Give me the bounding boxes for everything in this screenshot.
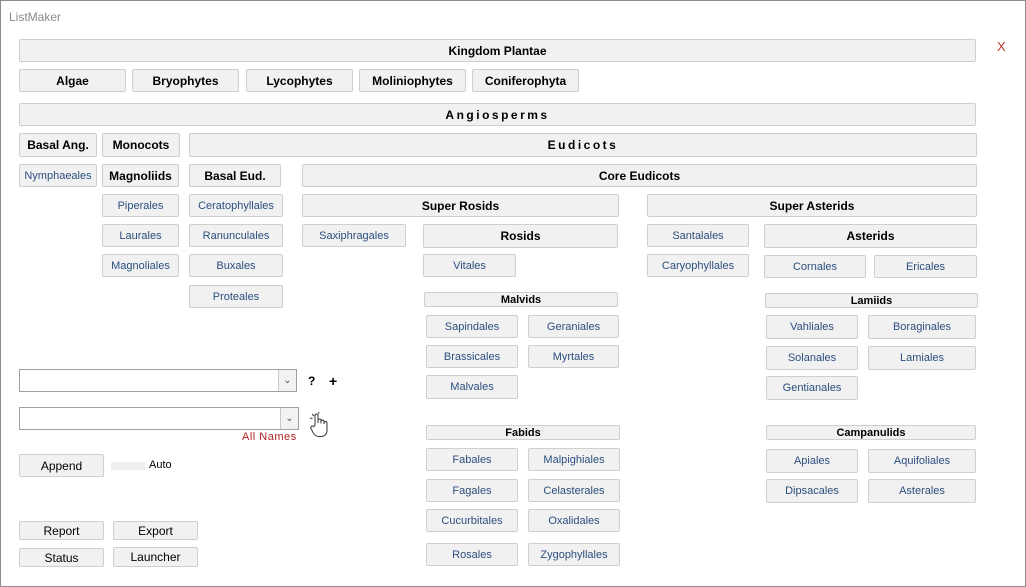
fabids-button[interactable]: Fabids [426, 425, 620, 440]
cornales-button[interactable]: Cornales [764, 255, 866, 278]
oxalidales-button[interactable]: Oxalidales [528, 509, 620, 532]
angiosperms-button[interactable]: Angiosperms [19, 103, 976, 126]
help-button[interactable]: ? [308, 374, 315, 388]
auto-checkbox[interactable] [111, 462, 145, 470]
zygophyllales-button[interactable]: Zygophyllales [528, 543, 620, 566]
cucurbitales-button[interactable]: Cucurbitales [426, 509, 518, 532]
malvids-button[interactable]: Malvids [424, 292, 618, 307]
status-button[interactable]: Status [19, 548, 104, 567]
asterids-button[interactable]: Asterids [764, 224, 977, 248]
campanulids-button[interactable]: Campanulids [766, 425, 976, 440]
proteales-button[interactable]: Proteales [189, 285, 283, 308]
chevron-down-icon[interactable]: ⌄ [278, 370, 296, 391]
add-button[interactable]: + [329, 373, 337, 389]
malpighiales-button[interactable]: Malpighiales [528, 448, 620, 471]
report-button[interactable]: Report [19, 521, 104, 540]
geraniales-button[interactable]: Geraniales [528, 315, 619, 338]
laurales-button[interactable]: Laurales [102, 224, 179, 247]
launcher-button[interactable]: Launcher [113, 547, 198, 567]
lamiales-button[interactable]: Lamiales [868, 346, 976, 370]
chevron-down-icon[interactable]: ⌄ [280, 408, 298, 429]
magnoliales-button[interactable]: Magnoliales [102, 254, 179, 277]
gentianales-button[interactable]: Gentianales [766, 376, 858, 400]
auto-label: Auto [149, 459, 172, 471]
export-button[interactable]: Export [113, 521, 198, 540]
celasterales-button[interactable]: Celasterales [528, 479, 620, 502]
dipsacales-button[interactable]: Dipsacales [766, 479, 858, 503]
close-icon[interactable]: X [997, 39, 1006, 54]
apiales-button[interactable]: Apiales [766, 449, 858, 473]
santalales-button[interactable]: Santalales [647, 224, 749, 247]
fagales-button[interactable]: Fagales [426, 479, 518, 502]
caryophyllales-button[interactable]: Caryophyllales [647, 254, 749, 277]
brassicales-button[interactable]: Brassicales [426, 345, 518, 368]
kingdom-plantae-button[interactable]: Kingdom Plantae [19, 39, 976, 62]
asterales-button[interactable]: Asterales [868, 479, 976, 503]
boraginales-button[interactable]: Boraginales [868, 315, 976, 339]
ceratophyllales-button[interactable]: Ceratophyllales [189, 194, 283, 217]
piperales-button[interactable]: Piperales [102, 194, 179, 217]
super-asterids-button[interactable]: Super Asterids [647, 194, 977, 217]
saxiphragales-button[interactable]: Saxiphragales [302, 224, 406, 247]
coniferophyta-button[interactable]: Coniferophyta [472, 69, 579, 92]
malvales-button[interactable]: Malvales [426, 375, 518, 399]
magnoliids-button[interactable]: Magnoliids [102, 164, 179, 187]
bryophytes-button[interactable]: Bryophytes [132, 69, 239, 92]
basal-eud-button[interactable]: Basal Eud. [189, 164, 281, 187]
super-rosids-button[interactable]: Super Rosids [302, 194, 619, 217]
basal-ang-button[interactable]: Basal Ang. [19, 133, 97, 157]
solanales-button[interactable]: Solanales [766, 346, 858, 370]
sapindales-button[interactable]: Sapindales [426, 315, 518, 338]
append-button[interactable]: Append [19, 454, 104, 477]
buxales-button[interactable]: Buxales [189, 254, 283, 277]
aquifoliales-button[interactable]: Aquifoliales [868, 449, 976, 473]
ranunculales-button[interactable]: Ranunculales [189, 224, 283, 247]
rosales-button[interactable]: Rosales [426, 543, 518, 566]
vahliales-button[interactable]: Vahliales [766, 315, 858, 339]
lycophytes-button[interactable]: Lycophytes [246, 69, 353, 92]
all-names-link[interactable]: All Names [242, 431, 297, 443]
core-eudicots-button[interactable]: Core Eudicots [302, 164, 977, 187]
window-title: ListMaker [9, 10, 62, 24]
taxon-combobox[interactable]: ⌄ [19, 369, 297, 392]
lamiids-button[interactable]: Lamiids [765, 293, 978, 308]
eudicots-button[interactable]: Eudicots [189, 133, 977, 157]
rosids-button[interactable]: Rosids [423, 224, 618, 248]
algae-button[interactable]: Algae [19, 69, 126, 92]
moliniophytes-button[interactable]: Moliniophytes [359, 69, 466, 92]
name-combobox[interactable]: ⌄ [19, 407, 299, 430]
monocots-button[interactable]: Monocots [102, 133, 180, 157]
listmaker-window: ListMaker X Kingdom Plantae Algae Bryoph… [0, 0, 1026, 587]
myrtales-button[interactable]: Myrtales [528, 345, 619, 368]
fabales-button[interactable]: Fabales [426, 448, 518, 471]
vitales-button[interactable]: Vitales [423, 254, 516, 277]
ericales-button[interactable]: Ericales [874, 255, 977, 278]
hand-pointer-icon[interactable] [306, 411, 334, 439]
nymphaeales-button[interactable]: Nymphaeales [19, 164, 97, 187]
